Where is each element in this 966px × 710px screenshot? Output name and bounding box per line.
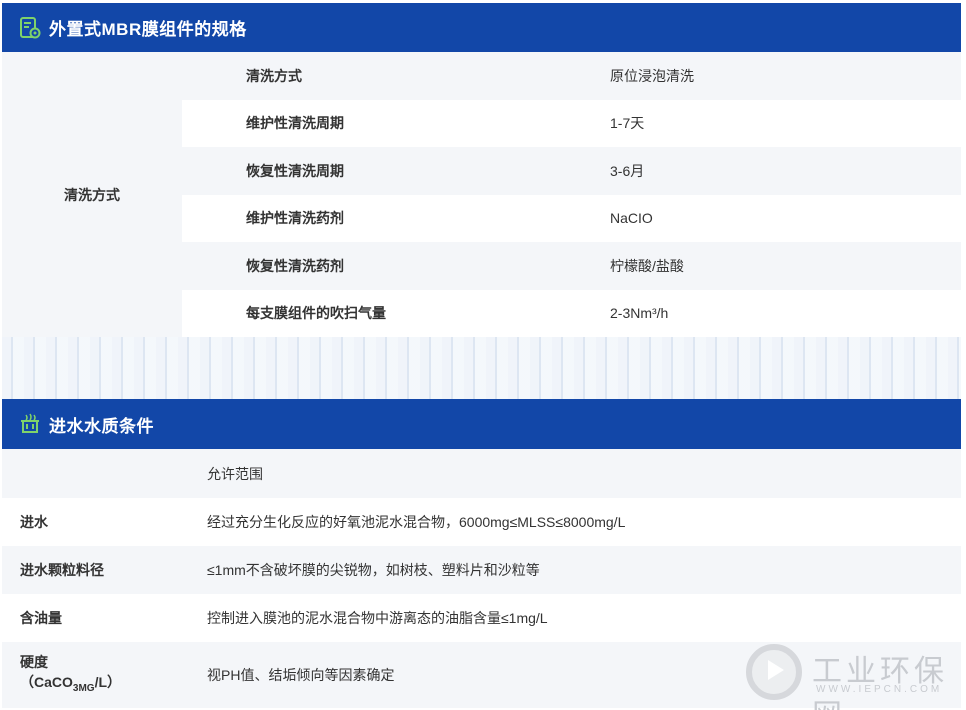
watermark-text: 工业环保网 [812,654,948,710]
spec-key: 维护性清洗药剂 [246,210,344,227]
spec-value: 1-7天 [610,115,645,132]
table-row: 进水 经过充分生化反应的好氧池泥水混合物，6000mg≤MLSS≤8000mg/… [2,498,961,546]
spec-key: 每支膜组件的吹扫气量 [246,305,386,322]
play-triangle-icon [768,660,784,680]
table-row: 维护性清洗周期 1-7天 [182,99,961,147]
table-row: 恢复性清洗周期 3-6月 [182,147,961,195]
water-basin-icon [17,411,43,437]
hardness-unit-prefix: （CaCO [20,673,73,690]
table-row: 每支膜组件的吹扫气量 2-3Nm³/h [182,289,961,337]
spec-value: 柠檬酸/盐酸 [610,257,684,274]
spec-table: 清洗方式 原位浸泡清洗 维护性清洗周期 1-7天 恢复性清洗周期 3-6月 维护… [182,52,961,337]
spec-document-icon [17,15,43,41]
spec-value: 原位浸泡清洗 [610,67,694,84]
water-value: 视PH值、结垢倾向等因素确定 [207,667,395,683]
spec-key: 恢复性清洗周期 [246,162,344,179]
spec-section-title: 外置式MBR膜组件的规格 [49,20,247,39]
water-value: 经过充分生化反应的好氧池泥水混合物，6000mg≤MLSS≤8000mg/L [207,514,626,530]
spec-key: 维护性清洗周期 [246,115,344,132]
spec-key: 恢复性清洗药剂 [246,257,344,274]
water-key: 进水颗粒料径 [20,562,104,578]
spec-key: 清洗方式 [246,67,302,84]
table-row: 维护性清洗药剂 NaCIO [182,194,961,242]
hardness-unit-subscript: 3MG [72,682,95,694]
water-key-hardness: 硬度 （CaCO3MG/L） [20,652,121,699]
hardness-unit-suffix: /L） [94,673,122,690]
spec-value: 2-3Nm³/h [610,305,669,322]
spec-value: 3-6月 [610,162,645,179]
table-row: 进水颗粒料径 ≤1mm不含破坏膜的尖锐物，如树枝、塑料片和沙粒等 [2,546,961,594]
hardness-label: 硬度 [20,653,48,670]
table-row: 清洗方式 原位浸泡清洗 [182,52,961,100]
spec-group-label: 清洗方式 [2,52,182,337]
table-row: 恢复性清洗药剂 柠檬酸/盐酸 [182,242,961,290]
watermark-url: WWW.IEPCN.COM [816,684,943,695]
spec-section-header: 外置式MBR膜组件的规格 [2,3,961,52]
table-row: 含油量 控制进入膜池的泥水混合物中游离态的油脂含量≤1mg/L [2,594,961,642]
water-key: 进水 [20,514,48,530]
decorative-band [2,337,961,399]
water-value: ≤1mm不含破坏膜的尖锐物，如树枝、塑料片和沙粒等 [207,562,540,578]
column-header-allowed-range: 允许范围 [207,465,263,482]
spec-value: NaCIO [610,210,653,227]
table-header-row: 允许范围 [2,449,961,498]
water-section-header: 进水水质条件 [2,399,961,449]
water-section-title: 进水水质条件 [49,416,154,436]
water-key: 含油量 [20,610,62,626]
water-value: 控制进入膜池的泥水混合物中游离态的油脂含量≤1mg/L [207,610,548,626]
watermark: 工业环保网 WWW.IEPCN.COM [746,642,956,710]
